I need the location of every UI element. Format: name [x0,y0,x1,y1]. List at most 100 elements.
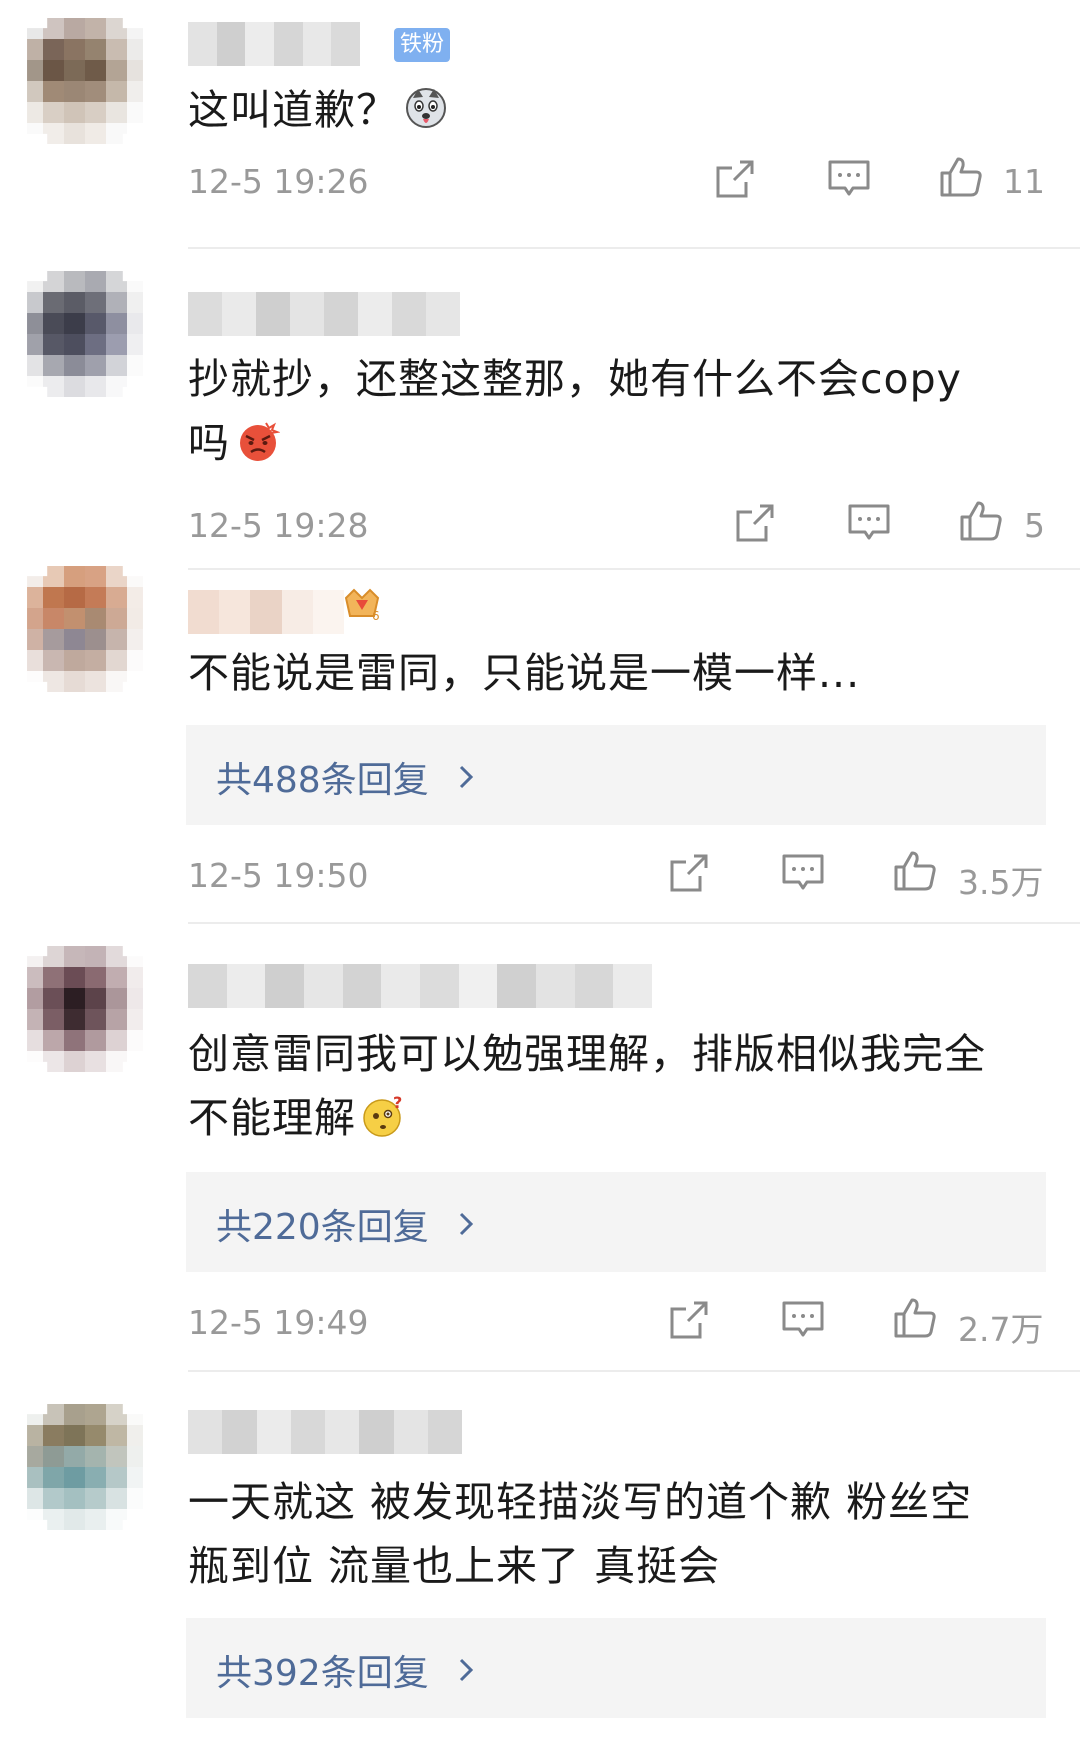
avatar-pixel [64,102,85,123]
avatar[interactable] [27,18,143,144]
reply-count-link[interactable]: 共488条回复 [216,751,429,803]
thumbs-up-icon[interactable] [892,1295,938,1341]
avatar-pixel [27,1509,43,1530]
avatar-pixel [106,1030,127,1051]
divider [188,247,1080,249]
avatar-pixel [106,587,127,608]
avatar-pixel [127,988,143,1009]
avatar-pixel [64,334,85,355]
avatar-pixel [106,334,127,355]
avatar[interactable] [27,271,143,397]
avatar-pixel [127,1446,143,1467]
avatar-pixel [64,1404,85,1425]
comment-icon[interactable] [826,156,872,202]
avatar-pixel [43,1030,64,1051]
avatar-pixel [127,967,143,988]
avatar-pixel [106,1051,127,1072]
avatar-pixel [27,60,43,81]
avatar-pixel [106,988,127,1009]
avatar-pixel [43,1509,64,1530]
avatar-pixel [127,1009,143,1030]
avatar[interactable] [27,946,143,1072]
avatar-pixel [43,1009,64,1030]
avatar-pixel [85,1051,106,1072]
avatar-pixel [43,18,64,39]
avatar-pixel [43,988,64,1009]
avatar-pixel [64,1467,85,1488]
share-icon[interactable] [712,156,758,202]
avatar-pixel [85,566,106,587]
avatar-pixel [85,123,106,144]
comment-icon[interactable] [846,500,892,546]
avatar-pixel [43,271,64,292]
reply-count-link[interactable]: 共220条回复 [216,1198,429,1250]
avatar-pixel [27,355,43,376]
thumbs-up-icon[interactable] [892,848,938,894]
avatar-pixel [64,587,85,608]
avatar-pixel [127,313,143,334]
avatar-pixel [64,1425,85,1446]
avatar-pixel [43,946,64,967]
avatar-pixel [127,376,143,397]
avatar-pixel [64,292,85,313]
comment-icon[interactable] [780,850,826,896]
avatar-pixel [43,1051,64,1072]
avatar-pixel [85,629,106,650]
avatar-pixel [27,313,43,334]
avatar-pixel [106,1488,127,1509]
avatar-pixel [85,608,106,629]
divider [188,568,1080,570]
avatar-pixel [106,18,127,39]
avatar-pixel [127,1509,143,1530]
comment-icon[interactable] [780,1297,826,1343]
avatar-pixel [27,334,43,355]
avatar-pixel [106,39,127,60]
share-icon[interactable] [732,500,778,546]
avatar-pixel [85,376,106,397]
avatar-pixel [106,355,127,376]
avatar-pixel [106,1425,127,1446]
avatar-pixel [127,1467,143,1488]
username-blurred[interactable] [188,590,345,634]
avatar-pixel [85,1030,106,1051]
avatar-pixel [127,1488,143,1509]
avatar[interactable] [27,1404,143,1530]
avatar-pixel [43,1425,64,1446]
share-icon[interactable] [666,1297,712,1343]
avatar-pixel [64,123,85,144]
share-icon[interactable] [666,850,712,896]
avatar-pixel [43,81,64,102]
username-blurred[interactable] [188,964,653,1008]
avatar-pixel [27,988,43,1009]
replies-box[interactable]: 共488条回复 [186,725,1046,825]
avatar-pixel [64,967,85,988]
avatar-pixel [27,1030,43,1051]
thumbs-up-icon[interactable] [938,154,984,200]
avatar-pixel [127,355,143,376]
divider [188,1370,1080,1372]
username-blurred[interactable] [188,292,460,336]
avatar-pixel [127,608,143,629]
thumbs-up-icon[interactable] [958,498,1004,544]
avatar-pixel [127,123,143,144]
avatar-pixel [127,271,143,292]
avatar-pixel [43,629,64,650]
avatar-pixel [127,81,143,102]
avatar-pixel [85,988,106,1009]
avatar-pixel [64,566,85,587]
replies-box[interactable]: 共220条回复 [186,1172,1046,1272]
avatar-pixel [64,60,85,81]
svg-text:6: 6 [372,609,380,622]
avatar-pixel [64,1009,85,1030]
avatar-pixel [85,671,106,692]
avatar[interactable] [27,566,143,692]
username-blurred[interactable] [188,22,361,66]
reply-count-link[interactable]: 共392条回复 [216,1644,429,1696]
username-blurred[interactable] [188,1410,462,1454]
husky-emoji [406,88,446,128]
avatar-pixel [27,18,43,39]
divider [188,922,1080,924]
replies-box[interactable]: 共392条回复 [186,1618,1046,1718]
avatar-pixel [43,334,64,355]
comment-time: 12-5 19:28 [188,506,369,545]
